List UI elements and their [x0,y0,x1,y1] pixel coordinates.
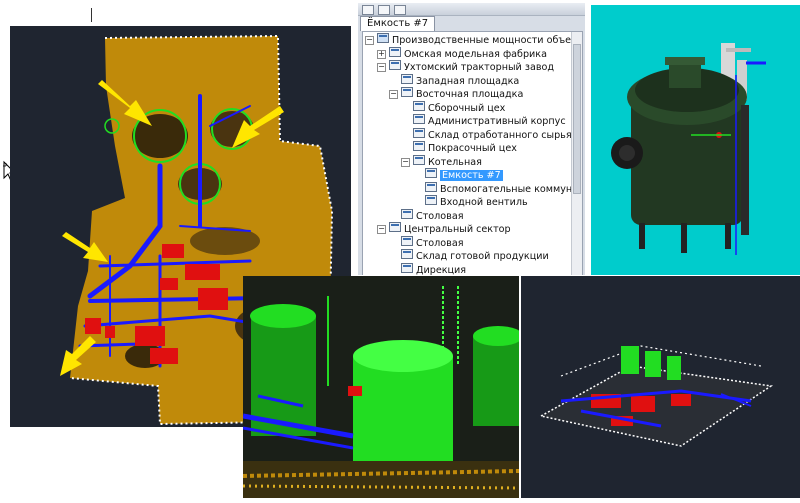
tree-item-label: Дирекция [416,264,467,276]
node-icon [413,114,425,124]
tanks-perspective-view-panel[interactable] [243,276,519,498]
tree-view[interactable]: − Производственные мощности объедин + Омска… [362,31,583,275]
tank-3d-view-panel[interactable] [591,5,800,275]
tree-item-label: Производственные мощности объедин [392,35,583,46]
tree-item-label: Входной вентиль [440,197,528,208]
tree-item-label: Покрасочный цех [428,143,517,154]
toolbar-icon[interactable] [394,5,406,15]
tree-item[interactable]: + Омская модельная фабрика [377,46,547,60]
tree-item[interactable]: − Центральный сектор [377,222,511,235]
tree-item[interactable]: Входной вентиль [413,195,528,208]
node-icon [401,73,413,84]
tab-tank-7[interactable]: Ёмкость #7 [360,16,436,31]
collapse-icon[interactable]: − [389,90,398,99]
tree-item-label: Вспомогательные коммун [440,183,573,195]
node-icon [401,249,413,259]
node-icon [401,262,413,273]
node-icon [401,87,413,97]
tree-item[interactable]: Дирекция [389,262,467,276]
collapse-icon[interactable]: − [377,225,386,234]
collapse-icon[interactable]: − [365,36,374,45]
tree-item-label: Административный корпус [428,116,566,127]
node-icon [413,141,425,151]
collapse-icon[interactable]: − [377,63,386,72]
node-icon [389,60,401,70]
tree-item-label: Западная площадка [416,75,520,87]
tree-item-label: Котельная [428,156,482,168]
tree-item-label: Восточная площадка [416,89,524,100]
node-icon [413,127,425,138]
tree-item-label: Ухтомский тракторный завод [404,62,554,73]
object-tree-panel: Ёмкость #7 − Производственные мощности об… [358,3,585,275]
node-icon [389,222,401,232]
tree-scrollbar[interactable] [571,32,582,275]
divider-line [91,8,92,22]
node-icon [389,46,401,57]
tree-item[interactable]: Столовая [389,235,464,249]
tree-item[interactable]: Покрасочный цех [401,141,517,154]
node-icon [425,195,437,205]
tree-item-label: Сборочный цех [428,102,506,114]
tree-item[interactable]: − Восточная площадка [389,87,523,100]
tree-item-label: Склад готовой продукции [416,251,549,262]
node-icon [401,208,413,219]
tree-item-label: Центральный сектор [404,224,511,235]
node-icon [401,235,413,246]
node-icon [377,33,389,43]
node-icon [413,154,425,165]
tree-item[interactable]: − Котельная [401,154,482,168]
toolbar-icon[interactable] [362,5,374,15]
tree-item-label: Столовая [416,237,464,249]
toolbar-icon[interactable] [378,5,390,15]
tree-toolbar [358,3,585,16]
expand-icon[interactable]: + [377,49,386,59]
tree-item-label: Склад отработанного сырья [428,129,572,141]
plant-isometric-view-panel[interactable] [521,276,800,498]
collapse-icon[interactable]: − [401,157,410,167]
tree-item-label: Омская модельная фабрика [404,48,547,60]
node-icon [425,181,437,192]
tree-item[interactable]: Ёмкость #7 [413,168,503,181]
tree-item[interactable]: − Производственные мощности объедин [365,33,583,46]
node-icon [425,168,437,178]
tree-item[interactable]: − Ухтомский тракторный завод [377,60,554,73]
tree-item[interactable]: Административный корпус [401,114,566,127]
tree-item[interactable]: Вспомогательные коммун [413,181,573,195]
node-icon [413,100,425,111]
tree-item[interactable]: Столовая [389,208,464,222]
tree-item-label: Столовая [416,210,464,222]
tree-item[interactable]: Сборочный цех [401,100,506,114]
scrollbar-thumb[interactable] [573,44,581,194]
tree-item[interactable]: Склад отработанного сырья [401,127,572,141]
tree-item[interactable]: Склад готовой продукции [389,249,549,262]
tree-item[interactable]: Западная площадка [389,73,520,87]
tree-item-label: Ёмкость #7 [440,170,503,181]
